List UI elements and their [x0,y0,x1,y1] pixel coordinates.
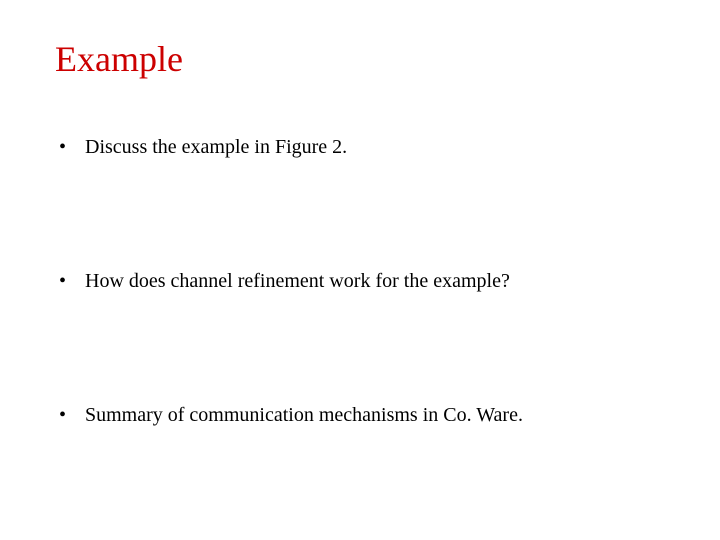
bullet-item: Discuss the example in Figure 2. [55,135,665,159]
slide-title: Example [55,40,665,80]
slide: Example Discuss the example in Figure 2.… [0,0,720,540]
bullet-list: Discuss the example in Figure 2. How doe… [55,135,665,427]
bullet-item: How does channel refinement work for the… [55,269,665,293]
bullet-item: Summary of communication mechanisms in C… [55,403,665,427]
